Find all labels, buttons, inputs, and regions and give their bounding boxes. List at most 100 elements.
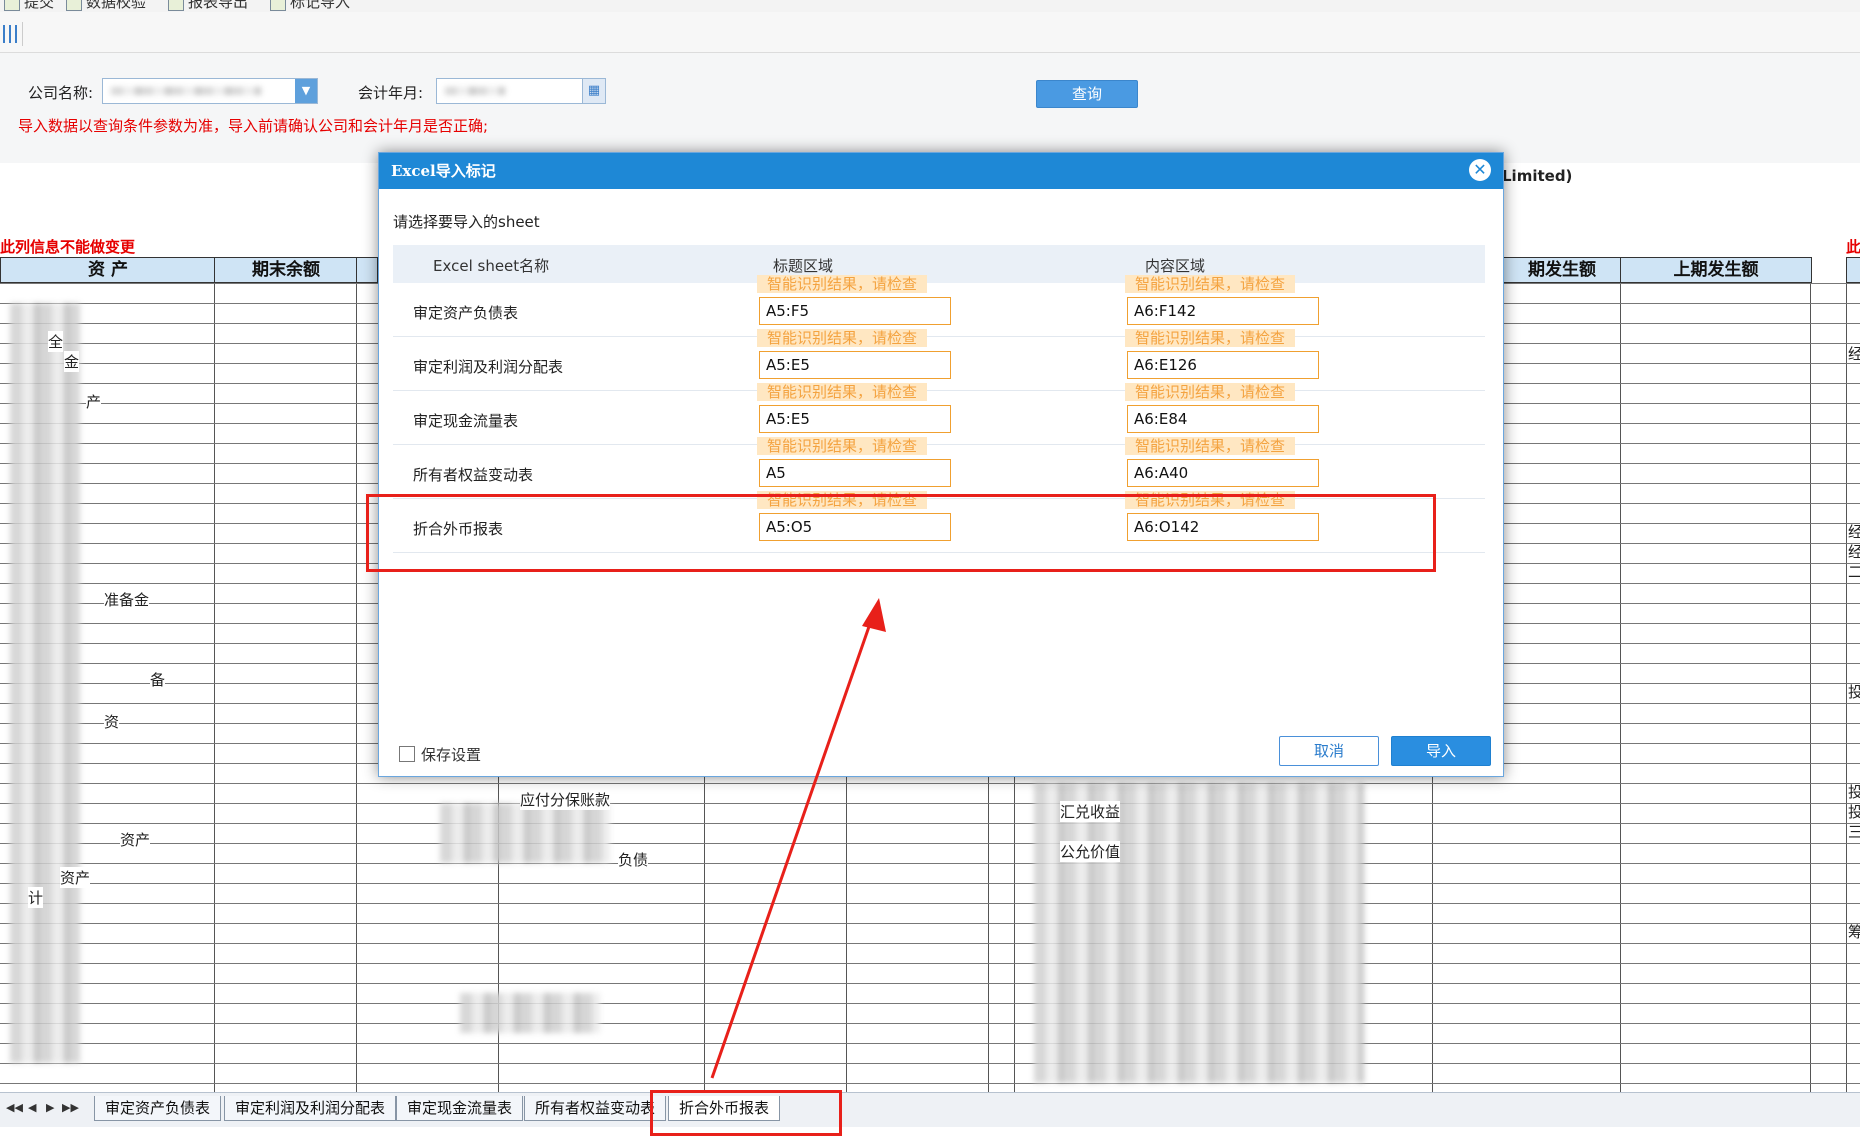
dialog-title-bar: Excel导入标记	[379, 153, 1503, 189]
next-sheet-icon[interactable]: ▶	[46, 1101, 54, 1114]
row-label: 负债	[618, 849, 649, 870]
smart-recognition-tip: 智能识别结果，请检查	[757, 437, 928, 455]
company-english-suffix: Limited)	[1502, 167, 1573, 185]
close-icon[interactable]: ✕	[1469, 159, 1491, 181]
toolbar-submit-button[interactable]: 提交	[4, 0, 54, 12]
import-button[interactable]: 导入	[1391, 736, 1491, 766]
right-edge-label: 投	[1848, 683, 1860, 701]
mapping-row: 审定现金流量表 智能识别结果，请检查 A5:E5 智能识别结果，请检查 A6:E84	[393, 383, 1485, 445]
content-area-input[interactable]: A6:E126	[1127, 351, 1319, 379]
row-label: 备	[150, 669, 166, 690]
grid-line	[0, 803, 1860, 804]
sheet-tab[interactable]: 所有者权益变动表	[524, 1096, 667, 1121]
grid-line	[0, 1023, 1860, 1024]
redacted-cell	[1034, 783, 1364, 1083]
grid-line	[0, 1043, 1860, 1044]
right-edge-label: 经	[1848, 523, 1860, 541]
redacted-cell	[440, 803, 610, 863]
save-setting-label: 保存设置	[421, 746, 482, 764]
save-setting-checkbox[interactable]: 保存设置	[399, 744, 481, 765]
smart-recognition-tip: 智能识别结果，请检查	[757, 383, 928, 401]
prev-sheet-icon[interactable]: ◀	[28, 1101, 36, 1114]
import-hint-text: 导入数据以查询条件参数为准，导入前请确认公司和会计年月是否正确;	[18, 117, 489, 135]
redacted-cell	[460, 993, 600, 1033]
grid-line	[0, 863, 1860, 864]
right-edge-label: 投	[1848, 803, 1860, 821]
grid-line	[0, 983, 1860, 984]
row-label: 金	[64, 351, 80, 372]
title-area-input[interactable]: A5	[759, 459, 951, 487]
sheet-name-column-header: Excel sheet名称	[433, 257, 550, 275]
right-edge-label: 筹	[1848, 923, 1860, 941]
highlight-annotation-tab	[650, 1090, 842, 1136]
dialog-prompt: 请选择要导入的sheet	[393, 213, 540, 231]
grid-line	[0, 943, 1860, 944]
right-edge-label: 投	[1848, 783, 1860, 801]
import-icon	[270, 0, 286, 11]
title-area-input[interactable]: A5:E5	[759, 351, 951, 379]
query-button[interactable]: 查询	[1036, 80, 1138, 108]
row-label: 产	[86, 391, 102, 412]
dialog-title: Excel导入标记	[391, 162, 496, 180]
right-edge-label: 经	[1848, 345, 1860, 363]
sheet-name: 审定现金流量表	[413, 412, 519, 430]
row-label: 资	[104, 711, 120, 732]
last-sheet-icon[interactable]: ▶▶	[62, 1101, 79, 1114]
toolbar-export-button[interactable]: 报表导出	[168, 0, 248, 12]
row-label: 准备金	[104, 589, 150, 610]
grid-line	[0, 1083, 1860, 1084]
company-label: 公司名称:	[28, 84, 94, 102]
sheet-name: 审定资产负债表	[413, 304, 519, 322]
secondary-toolbar	[0, 12, 1860, 53]
sheet-name: 所有者权益变动表	[413, 466, 534, 484]
grid-line	[0, 823, 1860, 824]
title-area-input[interactable]: A5:E5	[759, 405, 951, 433]
current-period-header: 期发生额	[1502, 257, 1622, 283]
right-edge-label: 经	[1848, 543, 1860, 561]
row-label: 公允价值	[1060, 841, 1121, 862]
company-select[interactable]: ▼	[102, 78, 318, 104]
sheet-tab[interactable]: 审定现金流量表	[396, 1096, 524, 1121]
smart-recognition-tip: 智能识别结果，请检查	[1125, 437, 1296, 455]
toolbar-validate-button[interactable]: 数据校验	[66, 0, 146, 12]
first-sheet-icon[interactable]: ◀◀	[6, 1101, 23, 1114]
row-label: 汇兑收益	[1060, 801, 1121, 822]
grid-line	[0, 1063, 1860, 1064]
cancel-button[interactable]: 取消	[1279, 736, 1379, 766]
sheet-name: 审定利润及利润分配表	[413, 358, 564, 376]
sheet-tab[interactable]: 审定利润及利润分配表	[224, 1096, 397, 1121]
header-cell	[356, 257, 378, 283]
mapping-row: 审定利润及利润分配表 智能识别结果，请检查 A5:E5 智能识别结果，请检查 A6:E1…	[393, 329, 1485, 391]
filter-settings-icon[interactable]	[0, 22, 23, 46]
row-label: 全	[48, 331, 64, 352]
sheet-tab[interactable]: 审定资产负债表	[94, 1096, 222, 1121]
submit-icon	[4, 0, 20, 11]
right-edge-label: 三	[1848, 823, 1860, 841]
calendar-icon[interactable]: ▦	[582, 79, 605, 103]
row-label: 应付分保账款	[520, 789, 611, 810]
redacted-value	[111, 87, 261, 95]
content-area-column-header: 内容区域	[1145, 257, 1206, 275]
row-label: 资产	[120, 829, 151, 850]
query-panel	[0, 53, 1860, 163]
period-date-field[interactable]: ▦	[436, 78, 606, 104]
smart-recognition-tip: 智能识别结果，请检查	[1125, 329, 1296, 347]
previous-period-header: 上期发生额	[1620, 257, 1812, 283]
period-label: 会计年月:	[358, 84, 424, 102]
table-header: Excel sheet名称 标题区域 内容区域	[393, 245, 1485, 283]
checkbox-icon[interactable]	[399, 746, 415, 762]
chevron-down-icon[interactable]: ▼	[295, 79, 317, 103]
validate-icon	[66, 0, 82, 11]
content-area-input[interactable]: A6:A40	[1127, 459, 1319, 487]
redacted-value	[445, 87, 505, 95]
grid-line	[0, 783, 1860, 784]
content-area-input[interactable]: A6:F142	[1127, 297, 1319, 325]
redacted-column	[10, 303, 80, 1063]
row-label: 资产	[60, 867, 91, 888]
content-area-input[interactable]: A6:E84	[1127, 405, 1319, 433]
column-lock-warning: 此列信息不能做变更	[0, 238, 136, 256]
smart-recognition-tip: 智能识别结果，请检查	[1125, 275, 1296, 293]
toolbar-import-mark-button[interactable]: 标记导入	[270, 0, 350, 12]
smart-recognition-tip: 智能识别结果，请检查	[757, 275, 928, 293]
title-area-input[interactable]: A5:F5	[759, 297, 951, 325]
